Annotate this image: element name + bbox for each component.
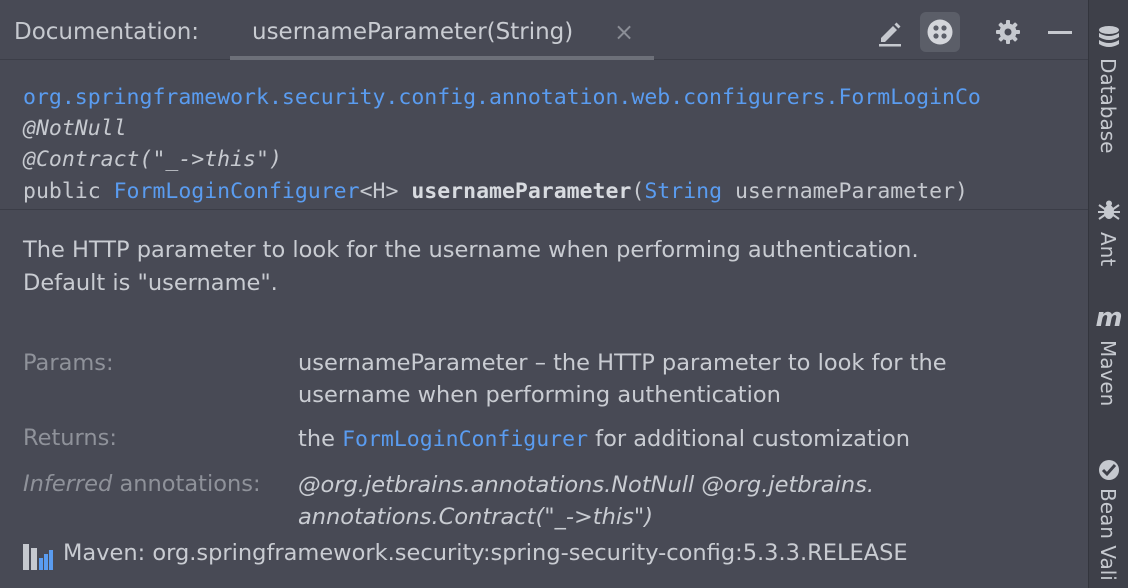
method-signature: org.springframework.security.config.anno… (23, 82, 1088, 208)
annotation-notnull: @NotNull (23, 116, 127, 141)
right-tool-strip: Database Ant m Maven Bean Vali (1088, 0, 1128, 588)
sidebar-item-database-label: Database (1096, 58, 1120, 154)
inferred-value-line-2: annotations.Contract("_->this") (298, 504, 653, 530)
bean-validation-icon (1095, 456, 1123, 484)
tab-label: usernameParameter(String) (252, 19, 574, 45)
tab-username-parameter[interactable]: usernameParameter(String) × (230, 0, 654, 60)
class-path-link[interactable]: org.springframework.security.config.anno… (23, 85, 981, 110)
returns-type-link[interactable]: FormLoginConfigurer (342, 427, 588, 452)
sidebar-item-bean-validation-label: Bean Vali (1096, 488, 1120, 581)
sidebar-item-maven-label: Maven (1096, 340, 1120, 407)
edit-button[interactable] (870, 12, 910, 52)
documentation-header: Documentation: usernameParameter(String)… (0, 0, 1088, 60)
minimize-icon[interactable] (1048, 31, 1072, 34)
maven-library-icon (23, 544, 53, 570)
settings-button[interactable] (988, 12, 1028, 52)
return-type-link[interactable]: FormLoginConfigurer (114, 179, 360, 204)
annotations-word: annotations: (112, 471, 261, 497)
view-mode-icon (927, 19, 953, 45)
inferred-word: Inferred (23, 471, 113, 497)
generic-param: <H> (359, 179, 412, 204)
view-mode-button[interactable] (920, 12, 960, 52)
param-name: usernameParameter) (722, 179, 968, 204)
sidebar-item-ant-label: Ant (1096, 232, 1120, 267)
description-line-1: The HTTP parameter to look for the usern… (23, 237, 919, 263)
returns-value: the FormLoginConfigurer for additional c… (298, 423, 1058, 456)
tab-underline (230, 56, 654, 60)
pencil-icon (879, 22, 901, 47)
returns-label: Returns: (23, 425, 117, 451)
returns-prefix: the (298, 426, 343, 452)
inferred-annotations-label: Inferred annotations: (23, 471, 261, 497)
params-value: usernameParameter – the HTTP parameter t… (298, 347, 1058, 411)
returns-suffix: for additional customization (588, 426, 910, 452)
params-value-line-2: username when performing authentication (298, 382, 781, 408)
documentation-panel: Documentation: usernameParameter(String)… (0, 0, 1088, 588)
maven-icon: m (1095, 303, 1123, 333)
params-label: Params: (23, 350, 114, 376)
gear-icon (996, 20, 1020, 44)
declaration-line: public FormLoginConfigurer<H> usernamePa… (23, 176, 968, 208)
annotation-contract: @Contract("_->this") (23, 147, 282, 172)
class-path-line: org.springframework.security.config.anno… (23, 82, 981, 114)
method-description: The HTTP parameter to look for the usern… (23, 234, 1073, 300)
modifier-keyword: public (23, 179, 114, 204)
params-value-line-1: usernameParameter – the HTTP parameter t… (298, 350, 947, 376)
method-name: usernameParameter (411, 179, 632, 204)
inferred-value-line-1: @org.jetbrains.annotations.NotNull @org.… (298, 472, 874, 498)
database-icon (1095, 24, 1123, 52)
description-line-2: Default is "username". (23, 270, 278, 296)
ant-icon (1095, 198, 1123, 226)
open-paren: ( (631, 179, 645, 204)
tab-close-icon[interactable]: × (614, 18, 634, 46)
inferred-annotations-value: @org.jetbrains.annotations.NotNull @org.… (298, 469, 1058, 533)
param-type-link[interactable]: String (644, 179, 722, 204)
section-divider (0, 209, 1088, 210)
maven-coordinates: Maven: org.springframework.security:spri… (63, 540, 908, 566)
header-label: Documentation: (14, 19, 200, 45)
